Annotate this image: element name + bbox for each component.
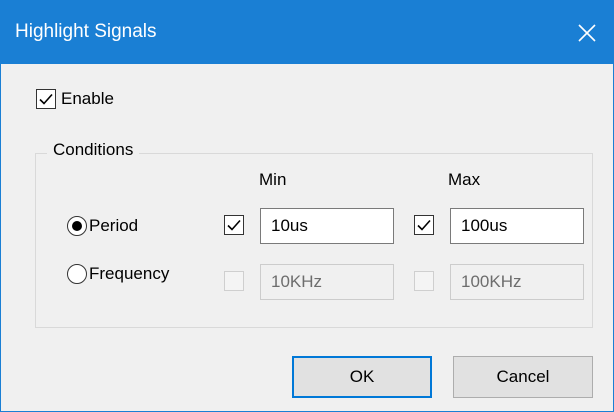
frequency-radio[interactable] bbox=[67, 264, 87, 284]
frequency-min-checkbox[interactable] bbox=[224, 271, 244, 291]
frequency-max-input[interactable]: 100KHz bbox=[450, 264, 584, 300]
conditions-group-label: Conditions bbox=[47, 140, 140, 160]
close-icon bbox=[578, 23, 596, 42]
highlight-signals-dialog: Highlight Signals Enable Conditions Min … bbox=[0, 0, 614, 412]
ok-button[interactable]: OK bbox=[292, 356, 432, 398]
enable-checkbox[interactable] bbox=[36, 89, 56, 109]
frequency-label[interactable]: Frequency bbox=[89, 264, 169, 284]
period-min-checkbox[interactable] bbox=[224, 215, 244, 235]
radio-selected-dot bbox=[72, 221, 82, 231]
period-radio[interactable] bbox=[67, 216, 87, 236]
period-max-checkbox[interactable] bbox=[414, 215, 434, 235]
enable-label[interactable]: Enable bbox=[61, 89, 114, 109]
dialog-title: Highlight Signals bbox=[15, 21, 157, 42]
frequency-max-checkbox[interactable] bbox=[414, 271, 434, 291]
period-label[interactable]: Period bbox=[89, 216, 138, 236]
max-header: Max bbox=[448, 170, 481, 189]
checkmark-icon bbox=[39, 93, 53, 105]
frequency-min-input[interactable]: 10KHz bbox=[260, 264, 394, 300]
title-bar[interactable]: Highlight Signals bbox=[1, 1, 613, 64]
checkmark-icon bbox=[417, 219, 431, 231]
cancel-button[interactable]: Cancel bbox=[453, 356, 593, 398]
period-max-input[interactable]: 100us bbox=[450, 208, 584, 244]
min-header: Min bbox=[259, 170, 287, 189]
checkmark-icon bbox=[227, 219, 241, 231]
close-button[interactable] bbox=[561, 1, 613, 64]
period-min-input[interactable]: 10us bbox=[260, 208, 394, 244]
